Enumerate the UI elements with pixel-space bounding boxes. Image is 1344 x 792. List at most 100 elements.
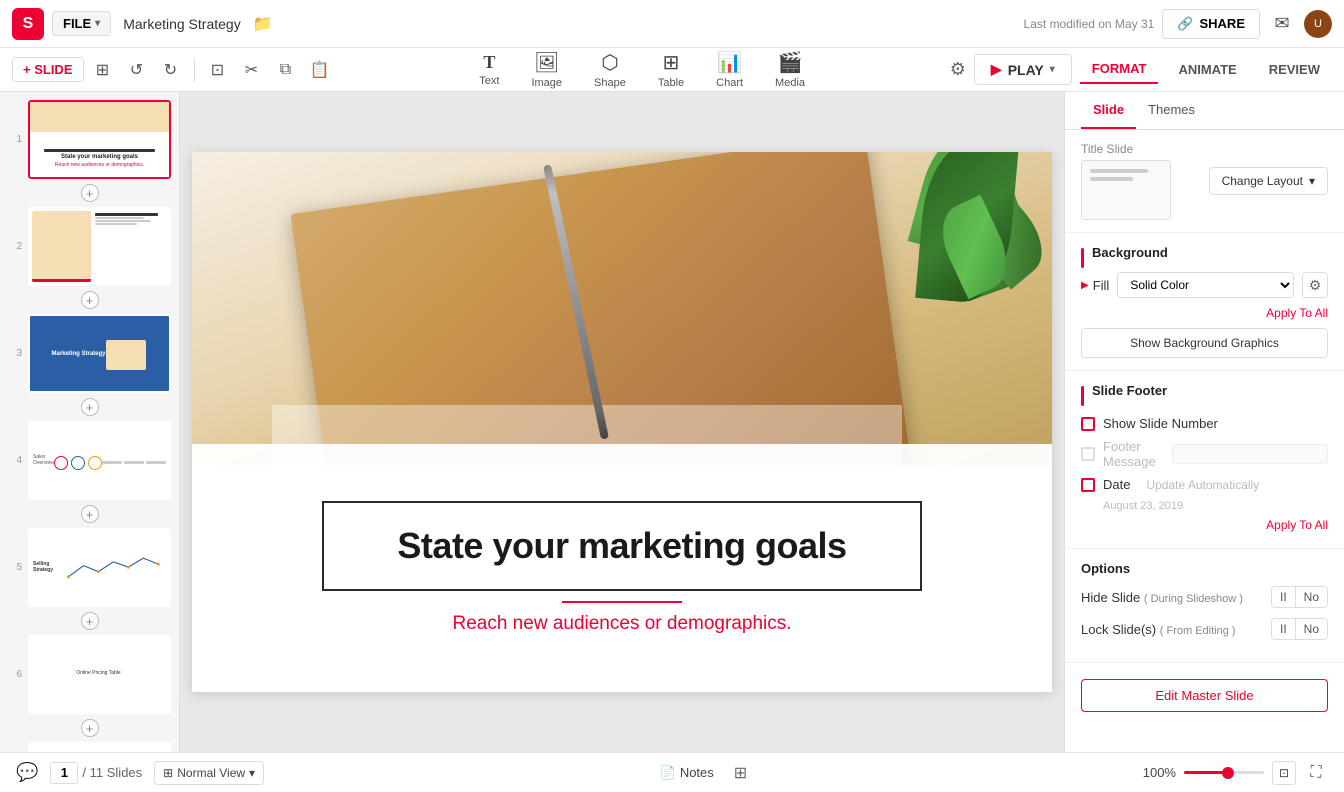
bottom-bar: 💬 / 11 Slides ⊞ Normal View ▾ 📄 Notes ⊞ … (0, 752, 1344, 792)
slide-thumb-img-6: Online Pricing Table (30, 637, 169, 712)
zoom-handle[interactable] (1222, 767, 1234, 779)
toolbar-separator-1 (194, 58, 195, 82)
notes-button[interactable]: 📄 Notes (660, 765, 714, 781)
footer-message-label: Footer Message (1103, 439, 1164, 469)
slide-thumb-inner-1: State your marketing goals Reach new aud… (28, 100, 171, 179)
slide-thumb-img-7: Timeline 📍 📍 (30, 744, 169, 752)
file-menu-button[interactable]: FILE ▾ (52, 11, 111, 36)
redo-button[interactable]: ↻ (156, 55, 186, 85)
top-bar: S FILE ▾ Marketing Strategy 📁 Last modif… (0, 0, 1344, 48)
lock-slide-toggle-ii[interactable]: II (1272, 619, 1296, 639)
add-slide-between-3[interactable]: + (81, 398, 99, 416)
date-row: Date Update Automatically (1081, 477, 1328, 492)
slide-row-1: 1 State your marketing goals Reach new a… (8, 100, 171, 179)
add-slide-button[interactable]: + SLIDE (12, 57, 84, 82)
view-label: Normal View (177, 766, 245, 780)
slide-canvas[interactable]: State your marketing goals Reach new aud… (192, 152, 1052, 692)
shape-tool-label: Shape (594, 77, 626, 89)
lock-slide-toggle-no[interactable]: No (1296, 619, 1327, 639)
animate-tab[interactable]: ANIMATE (1166, 56, 1248, 83)
page-number-input[interactable] (50, 762, 78, 784)
date-checkbox[interactable] (1081, 478, 1095, 492)
slide-number-2: 2 (8, 241, 22, 252)
slide-thumb-6[interactable]: Online Pricing Table (28, 635, 171, 714)
bg-apply-to-all-link[interactable]: Apply To All (1081, 306, 1328, 320)
layout-line-2 (1090, 177, 1133, 181)
document-title[interactable]: Marketing Strategy (123, 16, 241, 32)
right-panel-tabs: Slide Themes (1065, 92, 1344, 130)
view-selector[interactable]: ⊞ Normal View ▾ (154, 761, 264, 785)
add-slide-between-6[interactable]: + (81, 719, 99, 737)
comment-icon[interactable]: 💬 (16, 762, 38, 783)
chart-tool[interactable]: 📊 Chart (708, 46, 751, 93)
layout-button[interactable]: ⊡ (203, 55, 233, 85)
slide-row-2: 2 (8, 207, 171, 286)
user-avatar[interactable]: U (1304, 10, 1332, 38)
image-tool[interactable]: 🖼 Image (523, 46, 570, 93)
slide-thumb-img-1: State your marketing goals Reach new aud… (30, 102, 169, 177)
shape-tool-icon: ⬡ (601, 50, 618, 75)
fullscreen-button[interactable]: ⛶ (1304, 761, 1328, 785)
slide-thumb-5[interactable]: Selling Strategy (28, 528, 171, 607)
slide-thumb-2[interactable] (28, 207, 171, 286)
slide-thumb-img-3: Marketing Strategy (30, 316, 169, 391)
edit-master-slide-button[interactable]: Edit Master Slide (1081, 679, 1328, 712)
fill-expand-icon[interactable]: ▶ (1081, 280, 1089, 291)
slide-thumb-3[interactable]: Marketing Strategy (28, 314, 171, 393)
notes-icon: 📄 (660, 765, 676, 781)
view-chevron-icon: ▾ (249, 766, 255, 780)
folder-icon: 📁 (253, 14, 273, 34)
paste-button[interactable]: 📋 (305, 55, 335, 85)
add-slide-between-5[interactable]: + (81, 612, 99, 630)
hide-slide-row: Hide Slide ( During Slideshow ) II No (1081, 586, 1328, 608)
settings-icon[interactable]: ⚙ (950, 59, 966, 80)
review-tab[interactable]: REVIEW (1257, 56, 1332, 83)
add-slide-between-1[interactable]: + (81, 184, 99, 202)
show-background-graphics-button[interactable]: Show Background Graphics (1081, 328, 1328, 358)
change-layout-button[interactable]: Change Layout ▾ (1209, 167, 1328, 195)
add-slide-between-2[interactable]: + (81, 291, 99, 309)
slide-thumb-7[interactable]: Timeline 📍 📍 (28, 742, 171, 752)
slide-number-3: 3 (8, 348, 22, 359)
zoom-slider-track[interactable] (1184, 765, 1264, 781)
slide-tab[interactable]: Slide (1081, 92, 1136, 129)
layout-info: Title Slide (1081, 142, 1199, 220)
grid-view-icon[interactable]: ⊞ (734, 763, 747, 783)
slide-thumb-4[interactable]: Sales Overview (28, 421, 171, 500)
media-tool[interactable]: 🎬 Media (767, 46, 813, 93)
chart-tool-icon: 📊 (717, 50, 742, 75)
footer-message-checkbox[interactable] (1081, 447, 1095, 461)
hide-slide-toggle-no[interactable]: No (1296, 587, 1327, 607)
mail-icon[interactable]: ✉ (1268, 10, 1296, 38)
fill-settings-button[interactable]: ⚙ (1302, 272, 1328, 298)
zoom-slider (1184, 771, 1264, 774)
undo-button[interactable]: ↺ (122, 55, 152, 85)
text-tool[interactable]: T Text (471, 48, 507, 91)
right-panel: Slide Themes Title Slide Change Layout ▾ (1064, 92, 1344, 752)
footer-message-input[interactable] (1172, 444, 1328, 464)
themes-tab[interactable]: Themes (1136, 92, 1207, 129)
main-content: 1 State your marketing goals Reach new a… (0, 92, 1344, 752)
table-tool[interactable]: ⊞ Table (650, 46, 692, 93)
layout-label-text: Title Slide (1081, 142, 1199, 156)
shape-tool[interactable]: ⬡ Shape (586, 46, 634, 93)
plus-between-3: + (8, 399, 171, 415)
footer-title: Slide Footer (1092, 383, 1167, 398)
footer-apply-to-all-link[interactable]: Apply To All (1081, 518, 1328, 532)
format-tab[interactable]: FORMAT (1080, 55, 1159, 84)
slide-thumb-1[interactable]: State your marketing goals Reach new aud… (28, 100, 171, 179)
cut-button[interactable]: ✂ (237, 55, 267, 85)
hide-slide-toggle-ii[interactable]: II (1272, 587, 1296, 607)
grid-view-button[interactable]: ⊞ (88, 55, 118, 85)
show-slide-number-checkbox[interactable] (1081, 417, 1095, 431)
plus-between-1: + (8, 185, 171, 201)
copy-button[interactable]: ⧉ (271, 55, 301, 85)
plus-between-2: + (8, 292, 171, 308)
share-button[interactable]: 🔗 SHARE (1162, 9, 1260, 39)
fill-type-select[interactable]: Solid Color (1117, 272, 1294, 298)
add-slide-between-4[interactable]: + (81, 505, 99, 523)
zoom-control: 100% ⊡ ⛶ (1143, 761, 1328, 785)
play-button[interactable]: ▶ PLAY ▾ (974, 54, 1072, 85)
fit-to-screen-button[interactable]: ⊡ (1272, 761, 1296, 785)
slide-row-4: 4 Sales Overview (8, 421, 171, 500)
